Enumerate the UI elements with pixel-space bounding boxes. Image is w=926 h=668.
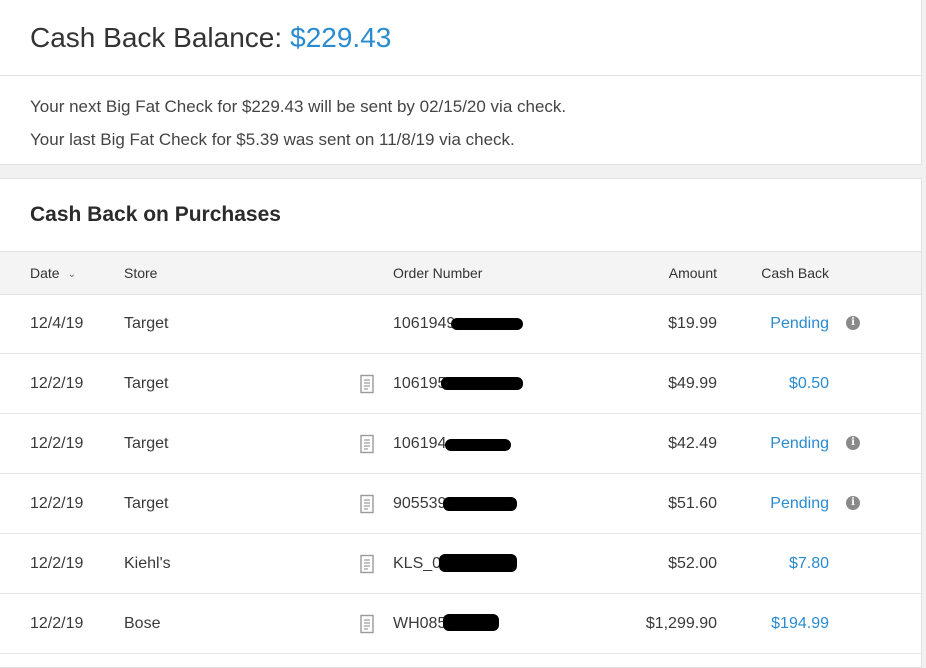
- cashback-status-link[interactable]: Pending: [770, 315, 829, 333]
- row-amount: $51.60: [668, 494, 717, 512]
- row-order-number: 905539: [393, 494, 517, 513]
- table-header: Date ⌄ Store Order Number Amount Cash Bac…: [0, 251, 921, 295]
- redaction-mark: [443, 613, 499, 631]
- order-number-text: 106194: [393, 434, 447, 452]
- cashback-column-header: Cash Back: [761, 265, 829, 281]
- row-amount: $42.49: [668, 434, 717, 452]
- redaction-mark: [441, 376, 523, 390]
- balance-label: Cash Back Balance:: [30, 21, 283, 53]
- order-number-text: 106195: [393, 374, 447, 392]
- cashback-status-link[interactable]: Pending: [770, 435, 829, 453]
- order-number-text: KLS_0: [393, 554, 442, 572]
- cashback-amount: $194.99: [771, 614, 829, 632]
- row-store: Target: [124, 494, 169, 512]
- receipt-icon[interactable]: [359, 494, 375, 514]
- info-icon[interactable]: i: [846, 435, 860, 450]
- table-row: 12/4/19 Target 1061949 $19.99 Pending i: [0, 295, 921, 354]
- balance-details: Your next Big Fat Check for $229.43 will…: [0, 76, 921, 156]
- row-date: 12/2/19: [30, 494, 84, 512]
- row-store: Target: [124, 315, 169, 332]
- row-store: Bose: [124, 614, 161, 632]
- redaction-mark: [445, 438, 511, 451]
- receipt-icon[interactable]: [359, 374, 375, 394]
- row-order-number: KLS_0: [393, 553, 517, 573]
- row-order-number: 1061949: [393, 315, 523, 333]
- balance-card: Cash Back Balance: $229.43 Your next Big…: [0, 0, 922, 165]
- row-order-number: WH085: [393, 613, 499, 633]
- receipt-icon[interactable]: [359, 434, 375, 454]
- receipt-icon[interactable]: [359, 614, 375, 634]
- redaction-mark: [451, 318, 523, 330]
- row-date: 12/2/19: [30, 434, 84, 452]
- purchases-card: Cash Back on Purchases Date ⌄ Store Order…: [0, 178, 922, 668]
- row-store: Target: [124, 374, 169, 392]
- row-amount: $1,299.90: [645, 614, 717, 632]
- amount-column-header: Amount: [668, 265, 717, 281]
- row-store: Target: [124, 434, 169, 452]
- store-column-header: Store: [124, 265, 158, 281]
- info-icon[interactable]: i: [846, 495, 860, 510]
- row-date: 12/2/19: [30, 614, 84, 632]
- row-date: 12/4/19: [30, 315, 84, 332]
- order-number-text: 1061949: [393, 315, 456, 332]
- next-check-text: Your next Big Fat Check for $229.43 will…: [30, 97, 567, 116]
- purchases-title: Cash Back on Purchases: [30, 203, 281, 226]
- order-number-text: WH085: [393, 614, 447, 632]
- row-amount: $49.99: [668, 374, 717, 392]
- order-number-column-header: Order Number: [393, 265, 483, 281]
- cashback-amount: $7.80: [788, 554, 829, 572]
- cashback-status-link[interactable]: Pending: [770, 495, 829, 513]
- row-order-number: 106195: [393, 374, 523, 393]
- row-store: Kiehl's: [124, 554, 171, 572]
- row-order-number: 106194: [393, 434, 511, 453]
- cashback-amount: $0.50: [788, 374, 829, 392]
- balance-header: Cash Back Balance: $229.43: [0, 0, 921, 76]
- date-header-label: Date: [30, 265, 60, 281]
- chevron-down-icon: ⌄: [67, 269, 76, 280]
- balance-amount: $229.43: [290, 21, 392, 53]
- row-amount: $52.00: [668, 554, 717, 572]
- purchases-table: Date ⌄ Store Order Number Amount Cash Bac…: [0, 251, 921, 654]
- table-row: 12/2/19 Target 106194 $42.49 Pending i: [0, 414, 921, 474]
- row-date: 12/2/19: [30, 554, 84, 572]
- receipt-icon[interactable]: [359, 554, 375, 574]
- table-row: 12/2/19 Target 106195 $49.99 $0.50: [0, 354, 921, 414]
- table-row: 12/2/19 Kiehl's KLS_0 $52.00 $7.80: [0, 534, 921, 594]
- row-date: 12/2/19: [30, 374, 84, 392]
- redaction-mark: [443, 496, 517, 511]
- last-check-text: Your last Big Fat Check for $5.39 was se…: [30, 130, 515, 149]
- order-number-text: 905539: [393, 494, 447, 512]
- table-row: 12/2/19 Target 905539 $51.60 Pending i: [0, 474, 921, 534]
- date-column-header[interactable]: Date ⌄: [30, 265, 76, 281]
- table-row: 12/2/19 Bose WH085 $1,299.90 $194.99: [0, 594, 921, 654]
- row-amount: $19.99: [668, 315, 717, 332]
- info-icon[interactable]: i: [846, 316, 860, 330]
- redaction-mark: [439, 553, 517, 572]
